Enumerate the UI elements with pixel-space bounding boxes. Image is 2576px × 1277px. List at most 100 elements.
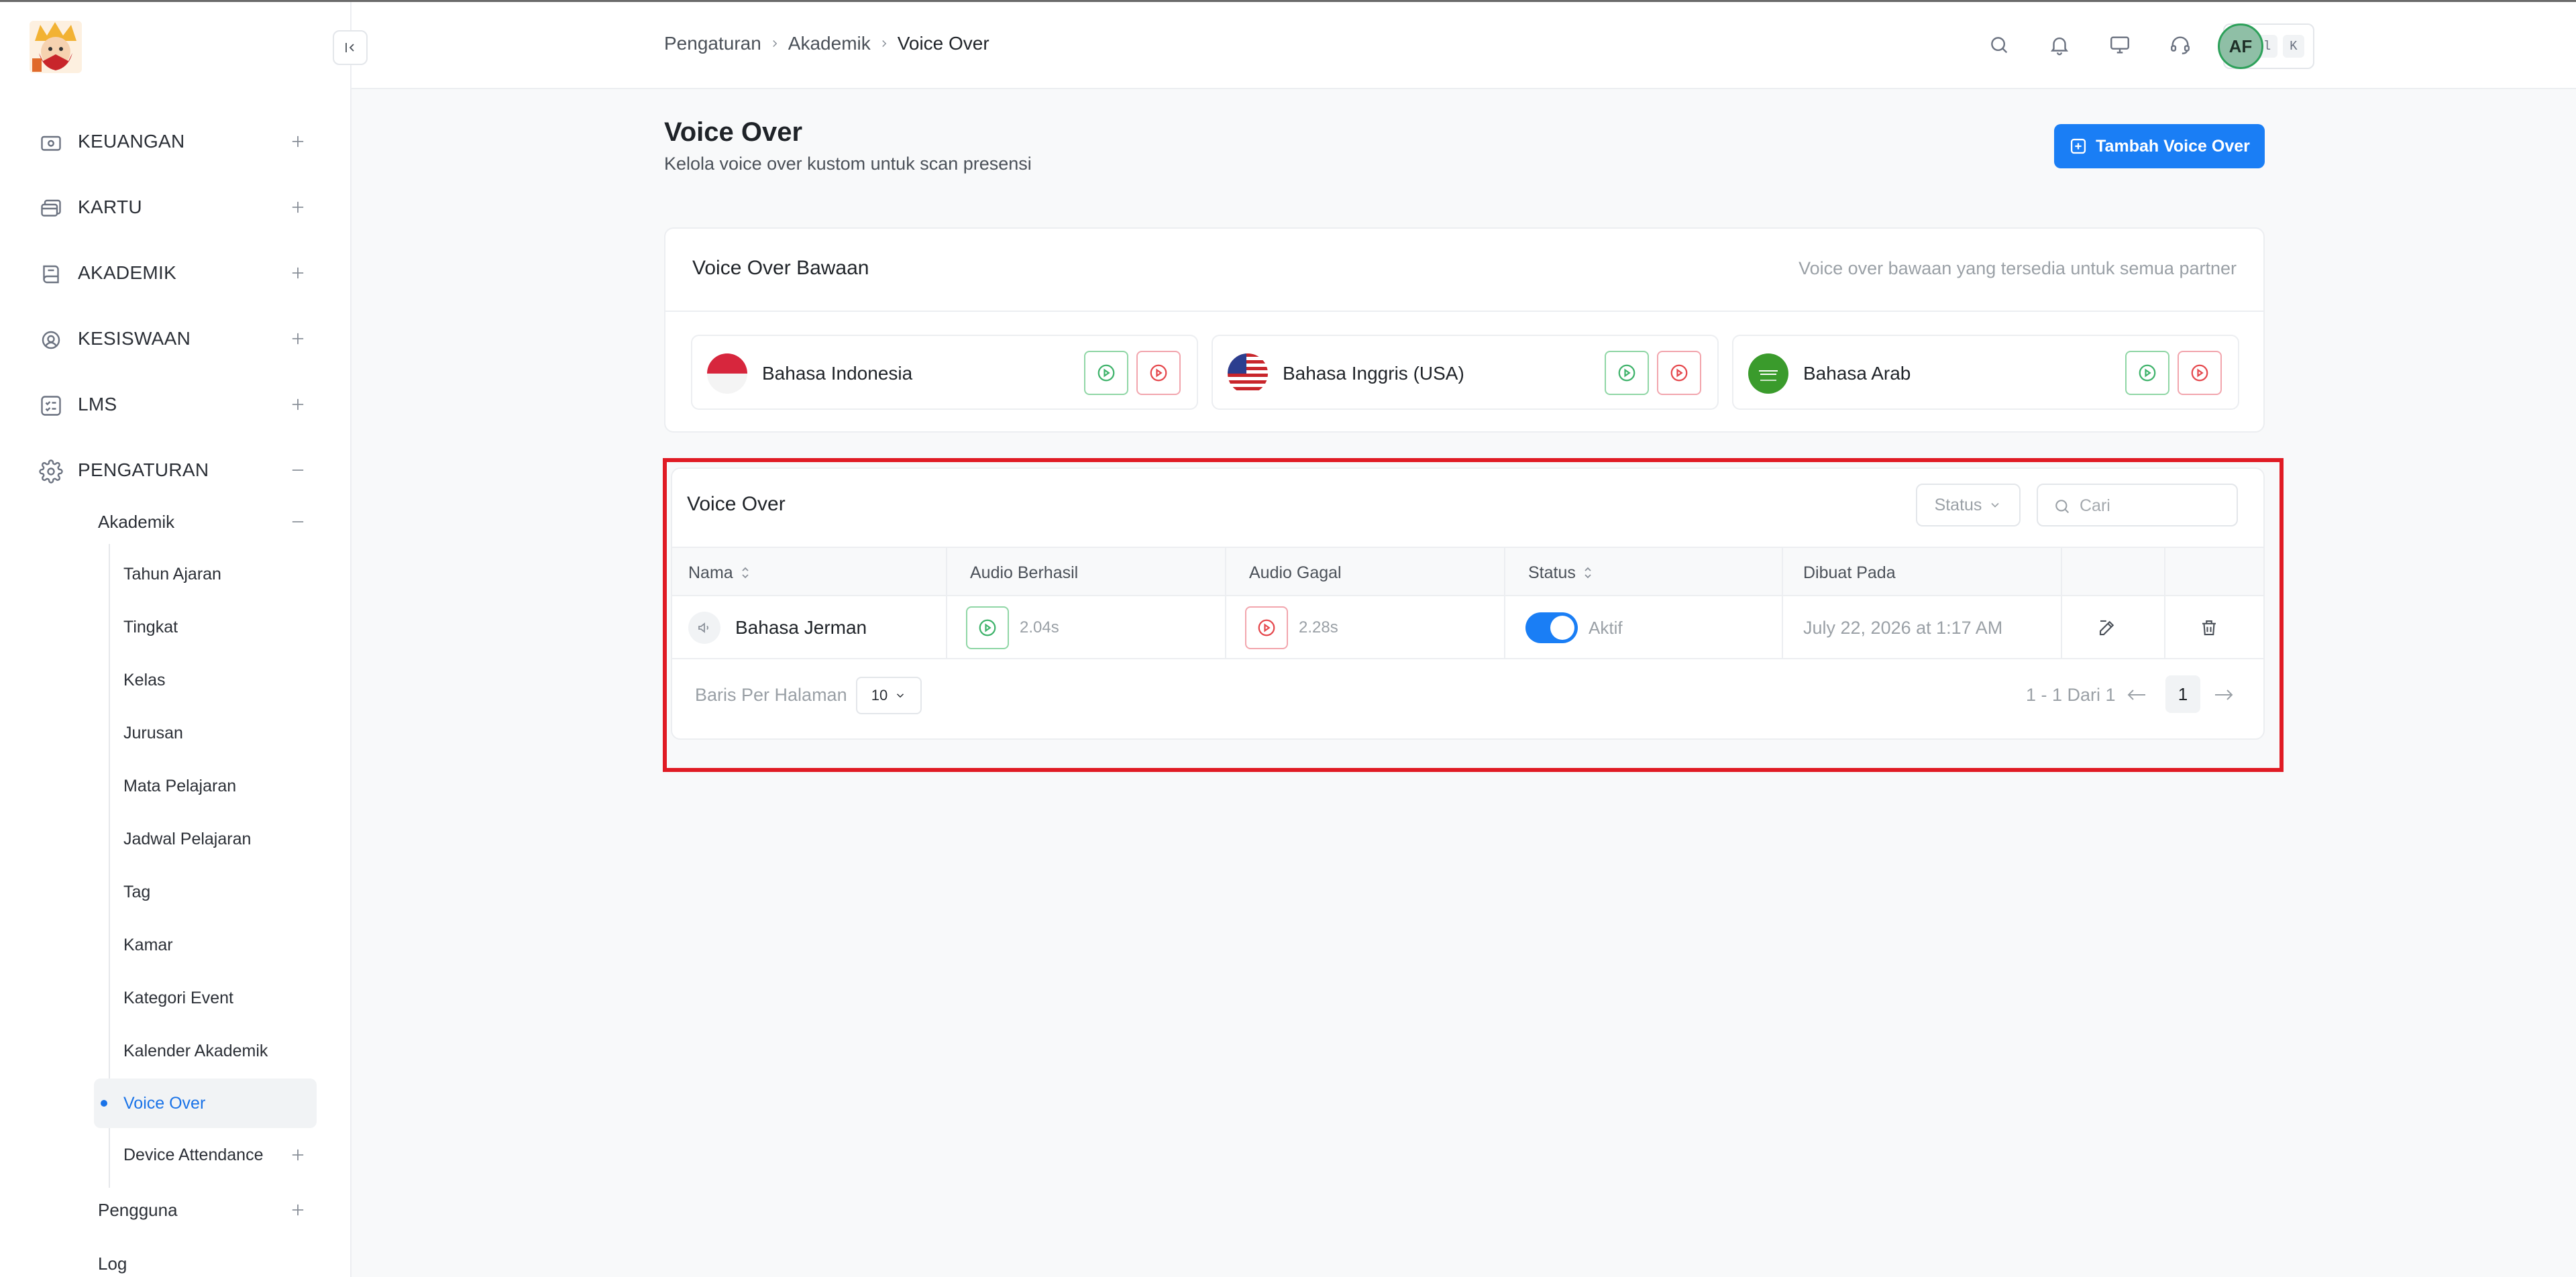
nav-pengaturan[interactable]: PENGATURAN — [0, 443, 350, 497]
nav-keuangan[interactable]: KEUANGAN — [0, 115, 350, 168]
gear-icon — [39, 459, 63, 484]
subnav-kalender-akademik[interactable]: Kalender Akademik — [123, 1028, 317, 1074]
indonesia-flag-icon — [707, 353, 747, 394]
list-check-icon — [39, 394, 63, 418]
card-description: Voice over bawaan yang tersedia untuk se… — [1799, 258, 2237, 278]
bell-icon[interactable] — [2046, 32, 2073, 58]
subnav-kamar[interactable]: Kamar — [123, 922, 317, 968]
play-fail-button[interactable] — [2178, 351, 2222, 395]
monitor-icon[interactable] — [2106, 32, 2133, 58]
plus-icon[interactable] — [288, 198, 307, 217]
subnav-tag[interactable]: Tag — [123, 869, 317, 915]
subnav-kelas[interactable]: Kelas — [123, 657, 317, 704]
subnav-label: Tahun Ajaran — [123, 564, 221, 584]
headset-icon[interactable] — [2167, 32, 2194, 58]
play-success-button[interactable] — [1084, 351, 1128, 395]
search-icon[interactable] — [1986, 32, 2012, 58]
language-item: Bahasa Indonesia — [691, 335, 1198, 410]
highlight-box — [663, 458, 2284, 772]
saudi-flag-icon — [1748, 353, 1788, 394]
student-icon — [39, 328, 63, 352]
breadcrumb-item[interactable]: Akademik — [788, 33, 871, 54]
subnav-akademik[interactable]: Akademik — [98, 498, 319, 545]
subnav-label: Pengguna — [98, 1199, 178, 1220]
chevron-right-icon — [871, 34, 898, 53]
sidebar: KEUANGAN KARTU AKADEMIK KESISWAAN LMS PE… — [0, 2, 352, 1277]
language-item: Bahasa Arab — [1732, 335, 2239, 410]
plus-square-icon — [2069, 137, 2088, 156]
plus-icon[interactable] — [288, 1201, 307, 1219]
subnav-label: Akademik — [98, 511, 175, 532]
plus-icon[interactable] — [288, 132, 307, 151]
usa-flag-icon — [1228, 353, 1268, 394]
nav-kesiswaan[interactable]: KESISWAAN — [0, 312, 350, 366]
subnav-device-attendance[interactable]: Device Attendance — [123, 1131, 317, 1178]
subnav-tahun-ajaran[interactable]: Tahun Ajaran — [123, 551, 317, 598]
nav-label: KEUANGAN — [78, 131, 185, 152]
avatar[interactable]: AF — [2218, 23, 2263, 69]
subnav-label: Kategori Event — [123, 988, 233, 1007]
chevron-right-icon — [761, 34, 788, 53]
divider — [665, 311, 2263, 312]
cards-icon — [39, 197, 63, 221]
collapse-icon — [342, 40, 358, 56]
play-fail-button[interactable] — [1657, 351, 1701, 395]
subnav-tingkat[interactable]: Tingkat — [123, 604, 317, 651]
plus-icon[interactable] — [288, 395, 307, 414]
play-success-button[interactable] — [2125, 351, 2169, 395]
subnav-label: Kelas — [123, 670, 166, 689]
minus-icon[interactable] — [288, 461, 307, 480]
kbd-k: K — [2283, 35, 2304, 58]
page-title: Voice Over — [664, 117, 803, 147]
top-bar: Pengaturan Akademik Voice Over Ctrl K AF — [352, 2, 2576, 89]
add-voice-over-label: Tambah Voice Over — [2096, 136, 2250, 156]
plus-icon[interactable] — [288, 264, 307, 282]
subnav-label: Tag — [123, 882, 151, 901]
subnav-log[interactable]: Log — [98, 1240, 319, 1277]
subnav-mata-pelajaran[interactable]: Mata Pelajaran — [123, 763, 317, 810]
play-fail-button[interactable] — [1136, 351, 1181, 395]
nav-akademik[interactable]: AKADEMIK — [0, 246, 350, 300]
subnav-label: Log — [98, 1253, 127, 1274]
breadcrumb-current: Voice Over — [897, 33, 989, 54]
plus-icon[interactable] — [288, 1146, 307, 1164]
subnav-pengguna[interactable]: Pengguna — [98, 1186, 319, 1233]
language-name: Bahasa Indonesia — [762, 363, 913, 384]
subnav-label: Kalender Akademik — [123, 1041, 268, 1060]
subnav-label: Jurusan — [123, 723, 183, 742]
nav-label: AKADEMIK — [78, 262, 177, 283]
add-voice-over-button[interactable]: Tambah Voice Over — [2054, 124, 2265, 168]
subnav-label: Jadwal Pelajaran — [123, 829, 252, 848]
plus-icon[interactable] — [288, 329, 307, 348]
subnav-label: Tingkat — [123, 617, 178, 636]
nav-lms[interactable]: LMS — [0, 378, 350, 431]
breadcrumb-item[interactable]: Pengaturan — [664, 33, 761, 54]
subnav-label: Device Attendance — [123, 1145, 264, 1164]
language-item: Bahasa Inggris (USA) — [1212, 335, 1719, 410]
book-icon — [39, 262, 63, 286]
subnav-jurusan[interactable]: Jurusan — [123, 710, 317, 757]
nav-label: PENGATURAN — [78, 459, 209, 480]
nav-label: KESISWAAN — [78, 328, 191, 349]
nav-label: KARTU — [78, 197, 142, 217]
play-success-button[interactable] — [1605, 351, 1649, 395]
app-logo[interactable] — [30, 21, 82, 73]
subnav-label: Voice Over — [123, 1093, 206, 1113]
nav-kartu[interactable]: KARTU — [0, 180, 350, 234]
nav-label: LMS — [78, 394, 117, 414]
wallet-icon — [39, 131, 63, 155]
language-name: Bahasa Inggris (USA) — [1283, 363, 1464, 384]
subnav-jadwal-pelajaran[interactable]: Jadwal Pelajaran — [123, 816, 317, 863]
active-indicator — [101, 1100, 107, 1107]
subnav-kategori-event[interactable]: Kategori Event — [123, 975, 317, 1021]
default-voice-over-card: Voice Over Bawaan Voice over bawaan yang… — [664, 227, 2265, 433]
collapse-sidebar-button[interactable] — [333, 30, 368, 65]
page-subtitle: Kelola voice over kustom untuk scan pres… — [664, 154, 1032, 174]
subnav-voice-over[interactable]: Voice Over — [94, 1078, 317, 1128]
subnav-label: Mata Pelajaran — [123, 776, 237, 795]
card-title: Voice Over Bawaan — [692, 257, 869, 279]
language-name: Bahasa Arab — [1803, 363, 1911, 384]
minus-icon[interactable] — [288, 512, 307, 531]
subnav-label: Kamar — [123, 935, 173, 954]
breadcrumb: Pengaturan Akademik Voice Over — [664, 33, 989, 54]
